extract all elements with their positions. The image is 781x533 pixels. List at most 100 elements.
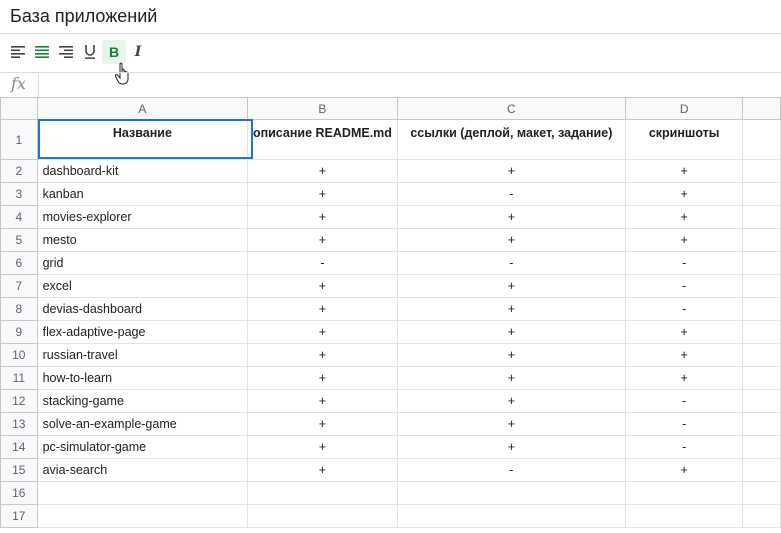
align-left-button[interactable] — [6, 40, 30, 64]
column-header-a[interactable]: A — [36, 97, 249, 120]
cell-name[interactable]: kanban — [36, 182, 249, 206]
cell-name[interactable]: grid — [36, 251, 249, 275]
column-header-b[interactable]: B — [247, 97, 398, 120]
cell-empty[interactable] — [742, 228, 781, 252]
cell-name[interactable] — [36, 481, 249, 505]
cell-screenshots[interactable]: + — [625, 228, 744, 252]
row-header[interactable]: 1 — [0, 119, 38, 160]
cell-screenshots[interactable] — [625, 504, 744, 528]
align-center-button[interactable] — [30, 40, 54, 64]
cell-empty[interactable] — [742, 320, 781, 344]
cell-screenshots[interactable]: + — [625, 320, 744, 344]
cell-screenshots[interactable]: - — [625, 251, 744, 275]
row-header[interactable]: 15 — [0, 458, 38, 482]
cell-screenshots[interactable]: + — [625, 366, 744, 390]
row-header[interactable]: 3 — [0, 182, 38, 206]
row-header[interactable]: 16 — [0, 481, 38, 505]
row-header[interactable]: 14 — [0, 435, 38, 459]
cell-a1[interactable]: Название — [36, 119, 249, 160]
cell-readme[interactable]: + — [247, 458, 398, 482]
cell-e1[interactable] — [742, 119, 781, 160]
cell-b1[interactable]: описание README.md — [247, 119, 398, 160]
cell-screenshots[interactable]: + — [625, 182, 744, 206]
cell-name[interactable]: avia-search — [36, 458, 249, 482]
cell-empty[interactable] — [742, 182, 781, 206]
cell-links[interactable]: + — [396, 205, 627, 229]
cell-empty[interactable] — [742, 274, 781, 298]
cell-links[interactable]: + — [396, 274, 627, 298]
cell-readme[interactable]: + — [247, 366, 398, 390]
cell-name[interactable]: stacking-game — [36, 389, 249, 413]
cell-links[interactable]: - — [396, 251, 627, 275]
cell-screenshots[interactable]: + — [625, 205, 744, 229]
cell-links[interactable]: + — [396, 366, 627, 390]
row-header[interactable]: 10 — [0, 343, 38, 367]
cell-empty[interactable] — [742, 343, 781, 367]
cell-readme[interactable]: + — [247, 205, 398, 229]
cell-links[interactable]: + — [396, 389, 627, 413]
bold-button[interactable]: B — [102, 40, 126, 64]
cell-empty[interactable] — [742, 458, 781, 482]
cell-empty[interactable] — [742, 389, 781, 413]
select-all-corner[interactable] — [0, 97, 38, 120]
cell-readme[interactable]: + — [247, 412, 398, 436]
cell-name[interactable]: flex-adaptive-page — [36, 320, 249, 344]
cell-empty[interactable] — [742, 412, 781, 436]
cell-readme[interactable]: + — [247, 228, 398, 252]
cell-readme[interactable]: + — [247, 389, 398, 413]
cell-readme[interactable]: + — [247, 320, 398, 344]
underline-button[interactable] — [78, 40, 102, 64]
cell-links[interactable]: + — [396, 343, 627, 367]
cell-name[interactable] — [36, 504, 249, 528]
cell-links[interactable]: + — [396, 297, 627, 321]
cell-links[interactable]: - — [396, 458, 627, 482]
cell-empty[interactable] — [742, 366, 781, 390]
cell-links[interactable]: + — [396, 412, 627, 436]
cell-readme[interactable]: + — [247, 159, 398, 183]
cell-name[interactable]: pc-simulator-game — [36, 435, 249, 459]
cell-name[interactable]: dashboard-kit — [36, 159, 249, 183]
cell-empty[interactable] — [742, 251, 781, 275]
cell-empty[interactable] — [742, 159, 781, 183]
cell-empty[interactable] — [742, 297, 781, 321]
cell-screenshots[interactable]: - — [625, 389, 744, 413]
row-header[interactable]: 17 — [0, 504, 38, 528]
cell-links[interactable] — [396, 504, 627, 528]
cell-links[interactable]: - — [396, 182, 627, 206]
cell-links[interactable]: + — [396, 228, 627, 252]
cell-name[interactable]: mesto — [36, 228, 249, 252]
align-right-button[interactable] — [54, 40, 78, 64]
cell-empty[interactable] — [742, 481, 781, 505]
cell-readme[interactable]: + — [247, 182, 398, 206]
cell-readme[interactable] — [247, 504, 398, 528]
italic-button[interactable]: I — [126, 40, 150, 64]
row-header[interactable]: 6 — [0, 251, 38, 275]
cell-screenshots[interactable]: - — [625, 412, 744, 436]
cell-readme[interactable]: + — [247, 297, 398, 321]
cell-links[interactable]: + — [396, 435, 627, 459]
row-header[interactable]: 13 — [0, 412, 38, 436]
cell-screenshots[interactable]: + — [625, 159, 744, 183]
row-header[interactable]: 9 — [0, 320, 38, 344]
cell-readme[interactable]: - — [247, 251, 398, 275]
row-header[interactable]: 4 — [0, 205, 38, 229]
cell-name[interactable]: devias-dashboard — [36, 297, 249, 321]
cell-screenshots[interactable]: - — [625, 274, 744, 298]
cell-empty[interactable] — [742, 435, 781, 459]
cell-name[interactable]: solve-an-example-game — [36, 412, 249, 436]
row-header[interactable]: 11 — [0, 366, 38, 390]
cell-name[interactable]: russian-travel — [36, 343, 249, 367]
cell-readme[interactable]: + — [247, 343, 398, 367]
cell-c1[interactable]: ссылки (деплой, макет, задание) — [396, 119, 627, 160]
cell-readme[interactable]: + — [247, 274, 398, 298]
cell-links[interactable]: + — [396, 320, 627, 344]
cell-links[interactable] — [396, 481, 627, 505]
cell-name[interactable]: movies-explorer — [36, 205, 249, 229]
document-title[interactable]: База приложений — [10, 6, 157, 27]
column-header-d[interactable]: D — [625, 97, 744, 120]
cell-empty[interactable] — [742, 205, 781, 229]
row-header[interactable]: 2 — [0, 159, 38, 183]
cell-name[interactable]: excel — [36, 274, 249, 298]
column-header-e[interactable] — [742, 97, 781, 120]
row-header[interactable]: 8 — [0, 297, 38, 321]
